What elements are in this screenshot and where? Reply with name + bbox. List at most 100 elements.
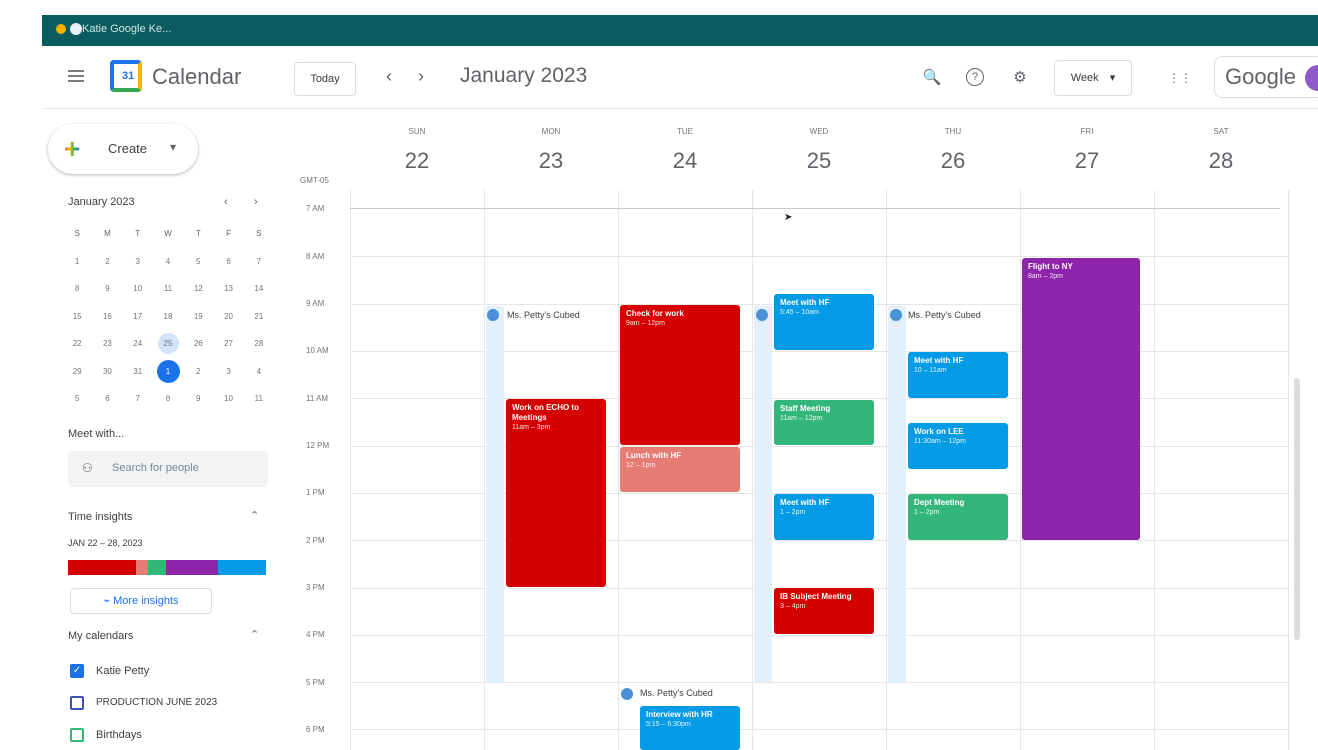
previous-week-button[interactable]: ‹ — [386, 66, 392, 87]
mini-day[interactable]: 6 — [92, 385, 122, 413]
grid-vline — [350, 190, 351, 750]
insight-segment — [218, 560, 266, 575]
out-of-office-label[interactable]: Ms. Petty's Cubed — [640, 688, 713, 698]
event-title: Interview with HR — [646, 710, 713, 719]
hour-label: 6 PM — [306, 725, 325, 734]
mini-day[interactable]: 31 — [123, 358, 153, 386]
mini-day[interactable]: 8 — [153, 385, 183, 413]
mini-calendar-prev-button[interactable]: ‹ — [224, 196, 228, 208]
mini-day-today[interactable]: 1 — [153, 358, 183, 386]
calendar-event[interactable]: Dept Meeting 1 – 2pm — [908, 494, 1008, 540]
google-account-box[interactable]: Google — [1214, 56, 1318, 98]
day-number[interactable]: 26 — [886, 148, 1020, 174]
calendar-checkbox-icon[interactable] — [70, 696, 84, 710]
mini-day[interactable]: 19 — [183, 303, 213, 331]
calendar-event[interactable]: Meet with HF 5:45 – 10am — [774, 294, 874, 350]
mini-day[interactable]: 7 — [244, 248, 274, 276]
calendar-event[interactable]: Check for work 9am – 12pm — [620, 305, 740, 445]
mini-day[interactable]: 6 — [213, 248, 243, 276]
calendar-name: PRODUCTION JUNE 2023 — [96, 697, 218, 708]
calendar-event[interactable]: Work on ECHO to Meetings 11am – 3pm — [506, 399, 606, 587]
mini-day[interactable]: 10 — [213, 385, 243, 413]
mini-day[interactable]: 2 — [183, 358, 213, 386]
view-selector-button[interactable]: Week ▾ — [1054, 60, 1132, 96]
mini-day[interactable]: 5 — [62, 385, 92, 413]
more-insights-button[interactable]: ⌁ More insights — [70, 588, 212, 614]
mini-day[interactable]: 28 — [244, 330, 274, 358]
search-people-input[interactable]: ⚇ Search for people — [68, 451, 268, 487]
today-button[interactable]: Today — [294, 62, 356, 96]
collapse-my-calendars-icon[interactable]: ⌃ — [250, 628, 259, 641]
mini-day[interactable]: 13 — [213, 275, 243, 303]
mini-day[interactable]: 3 — [123, 248, 153, 276]
search-icon[interactable]: 🔍 — [922, 68, 942, 88]
calendar-event[interactable]: Interview with HR 5:15 – 6:30pm — [640, 706, 740, 750]
day-number[interactable]: 25 — [752, 148, 886, 174]
mini-day[interactable]: 16 — [92, 303, 122, 331]
day-number[interactable]: 24 — [618, 148, 752, 174]
day-number[interactable]: 23 — [484, 148, 618, 174]
mini-day[interactable]: 5 — [183, 248, 213, 276]
calendar-event[interactable]: Meet with HF 1 – 2pm — [774, 494, 874, 540]
calendar-checkbox-checked-icon[interactable]: ✓ — [70, 664, 84, 678]
search-people-placeholder: Search for people — [112, 462, 199, 474]
mini-day[interactable]: 9 — [92, 275, 122, 303]
out-of-office-strip[interactable] — [888, 306, 906, 682]
calendar-logo-icon[interactable]: 31 — [110, 60, 142, 92]
mini-day[interactable]: 4 — [244, 358, 274, 386]
mini-day[interactable]: 14 — [244, 275, 274, 303]
mini-day[interactable]: 2 — [92, 248, 122, 276]
mini-day[interactable]: 23 — [92, 330, 122, 358]
mini-day-selected[interactable]: 25 — [153, 330, 183, 358]
mini-day[interactable]: 3 — [213, 358, 243, 386]
mini-day[interactable]: 8 — [62, 275, 92, 303]
mini-calendar-next-button[interactable]: › — [254, 196, 258, 208]
mini-day[interactable]: 15 — [62, 303, 92, 331]
mini-day[interactable]: 29 — [62, 358, 92, 386]
mini-day[interactable]: 12 — [183, 275, 213, 303]
calendar-event[interactable]: Meet with HF 10 – 11am — [908, 352, 1008, 398]
grid-scrollbar[interactable] — [1294, 378, 1300, 640]
mini-day[interactable]: 7 — [123, 385, 153, 413]
create-button[interactable]: + Create ▾ — [48, 124, 198, 174]
mini-day[interactable]: 27 — [213, 330, 243, 358]
browser-tab-title[interactable]: Katie Google Ke... — [82, 23, 171, 35]
out-of-office-strip[interactable] — [486, 306, 504, 682]
main-menu-icon[interactable] — [68, 70, 84, 82]
collapse-time-insights-icon[interactable]: ⌃ — [250, 509, 259, 522]
mini-day[interactable]: 24 — [123, 330, 153, 358]
grid-hline — [350, 256, 1290, 257]
day-number[interactable]: 28 — [1154, 148, 1288, 174]
calendar-event[interactable]: IB Subject Meeting 3 – 4pm — [774, 588, 874, 634]
mini-day[interactable]: 11 — [244, 385, 274, 413]
calendar-event[interactable]: Work on LEE 11:30am – 12pm — [908, 423, 1008, 469]
help-icon[interactable]: ? — [966, 68, 984, 86]
calendar-event[interactable]: Staff Meeting 11am – 12pm — [774, 400, 874, 445]
mini-day[interactable]: 4 — [153, 248, 183, 276]
calendar-event[interactable]: Flight to NY 8am – 2pm — [1022, 258, 1140, 540]
mini-day[interactable]: 17 — [123, 303, 153, 331]
settings-gear-icon[interactable]: ⚙ — [1010, 68, 1030, 88]
mini-day[interactable]: 18 — [153, 303, 183, 331]
mini-day[interactable]: 30 — [92, 358, 122, 386]
calendar-event[interactable]: Lunch with HF 12 – 1pm — [620, 447, 740, 492]
mini-day[interactable]: 21 — [244, 303, 274, 331]
next-week-button[interactable]: › — [418, 66, 424, 87]
calendar-checkbox-icon[interactable] — [70, 728, 84, 742]
mini-day[interactable]: 22 — [62, 330, 92, 358]
mini-day[interactable]: 9 — [183, 385, 213, 413]
event-title: Meet with HF — [780, 298, 830, 307]
out-of-office-strip[interactable] — [754, 306, 772, 682]
out-of-office-label[interactable]: Ms. Petty's Cubed — [507, 310, 580, 320]
account-avatar[interactable] — [1305, 65, 1318, 91]
day-number[interactable]: 27 — [1020, 148, 1154, 174]
mini-day[interactable]: 1 — [62, 248, 92, 276]
out-of-office-label[interactable]: Ms. Petty's Cubed — [908, 310, 981, 320]
mini-day[interactable]: 26 — [183, 330, 213, 358]
people-icon: ⚇ — [82, 461, 93, 475]
day-number[interactable]: 22 — [350, 148, 484, 174]
mini-day[interactable]: 11 — [153, 275, 183, 303]
mini-day[interactable]: 20 — [213, 303, 243, 331]
mini-day[interactable]: 10 — [123, 275, 153, 303]
apps-grid-icon[interactable]: ⋮⋮ — [1168, 68, 1192, 88]
